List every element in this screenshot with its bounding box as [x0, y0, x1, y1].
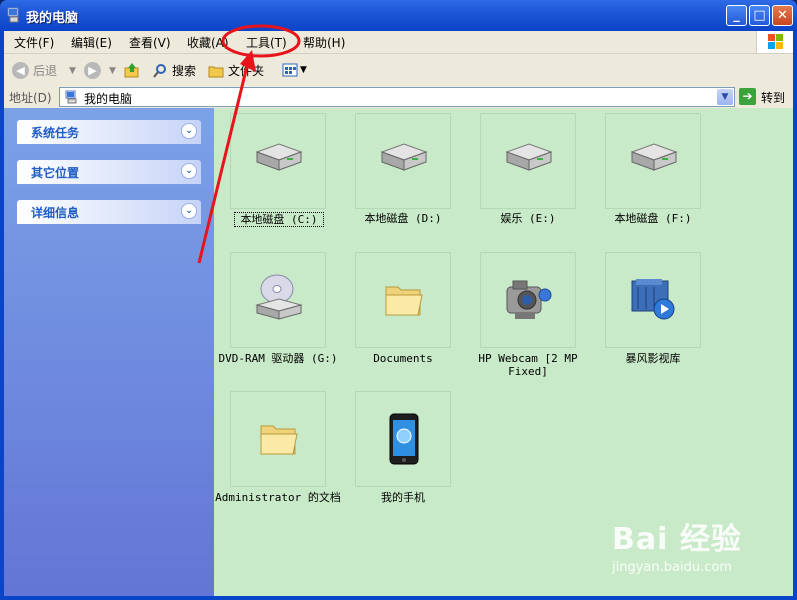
menu-tools[interactable]: 工具(T) [246, 34, 287, 51]
views-grid-icon [282, 63, 298, 77]
frame-bottom [0, 596, 797, 600]
menu-bar: 文件(F) 编辑(E) 查看(V) 收藏(A) 工具(T) 帮助(H) [4, 31, 793, 54]
minimize-button[interactable]: _ [726, 5, 747, 26]
item-label-drive-e[interactable]: 娱乐 (E:) [458, 212, 598, 225]
maximize-button[interactable]: □ [749, 5, 770, 26]
item-label-drive-f[interactable]: 本地磁盘 (F:) [583, 212, 723, 225]
forward-dropdown-icon[interactable]: ▼ [109, 66, 116, 76]
address-bar: 地址(D) 我的电脑 ▼ ➔ 转到 [4, 86, 793, 108]
folder-icon [260, 425, 298, 455]
chevron-down-icon[interactable]: ⌄ [181, 163, 197, 179]
address-value: 我的电脑 [84, 92, 133, 106]
folder-icon [208, 66, 224, 77]
folders-button[interactable]: 文件夹 [208, 62, 264, 79]
item-webcam[interactable] [480, 252, 576, 348]
windows-flag-icon [768, 34, 783, 49]
address-label: 地址(D) [9, 91, 52, 105]
panel-details[interactable]: 详细信息 ⌄ [17, 200, 201, 224]
item-label-dvd-drive[interactable]: DVD-RAM 驱动器 (G:) [208, 352, 348, 365]
panel-other-places[interactable]: 其它位置 ⌄ [17, 160, 201, 184]
webcam-icon [506, 280, 552, 319]
hard-drive-icon [505, 143, 553, 171]
go-arrow-icon[interactable]: ➔ [739, 88, 756, 105]
back-label: 后退 [33, 64, 58, 78]
close-icon: ✕ [777, 8, 788, 23]
item-documents[interactable] [355, 252, 451, 348]
menu-edit[interactable]: 编辑(E) [71, 34, 112, 51]
menu-favorites[interactable]: 收藏(A) [187, 34, 229, 51]
item-media-library[interactable] [605, 252, 701, 348]
search-button[interactable]: 搜索 [152, 62, 196, 79]
menu-help[interactable]: 帮助(H) [303, 34, 345, 51]
window-title: 我的电脑 [26, 11, 79, 26]
item-dvd-drive[interactable] [230, 252, 326, 348]
item-my-phone[interactable] [355, 391, 451, 487]
windows-logo [756, 31, 793, 53]
hard-drive-icon [630, 143, 678, 171]
back-dropdown-icon[interactable]: ▼ [69, 66, 76, 76]
watermark-url: jingyan.baidu.com [612, 560, 732, 575]
panel-title: 系统任务 [31, 126, 80, 140]
dvd-drive-icon [255, 274, 303, 320]
panel-title: 详细信息 [31, 206, 80, 220]
my-computer-small-icon [65, 90, 77, 104]
watermark-main: Bai 经验 [612, 522, 742, 557]
menu-file[interactable]: 文件(F) [14, 34, 54, 51]
search-label: 搜索 [172, 64, 197, 78]
item-label-drive-c[interactable]: 本地磁盘 (C:) [234, 212, 324, 227]
item-label-media-library[interactable]: 暴风影视库 [583, 352, 723, 365]
back-button[interactable]: ◀ 后退 ▼ [12, 62, 76, 79]
chevron-down-icon[interactable]: ⌄ [181, 123, 197, 139]
item-drive-e[interactable] [480, 113, 576, 209]
views-button[interactable]: ▼ [282, 62, 307, 78]
views-dropdown-icon: ▼ [300, 65, 307, 75]
item-drive-c[interactable] [230, 113, 326, 209]
hard-drive-icon [380, 143, 428, 171]
folder-icon [385, 286, 423, 316]
task-pane: 系统任务 ⌄ 其它位置 ⌄ 详细信息 ⌄ [4, 108, 214, 596]
maximize-icon: □ [753, 8, 766, 23]
hard-drive-icon [255, 143, 303, 171]
folder-up-icon [124, 63, 139, 78]
panel-title: 其它位置 [31, 166, 80, 180]
file-view: 本地磁盘 (C:) 本地磁盘 (D:) 娱乐 (E:) 本地磁盘 (F:) DV… [214, 108, 793, 596]
close-button[interactable]: ✕ [772, 5, 793, 26]
item-label-drive-d[interactable]: 本地磁盘 (D:) [333, 212, 473, 225]
item-label-webcam[interactable]: HP Webcam [2 MP Fixed] [458, 352, 598, 378]
explorer-window: 我的电脑 _ □ ✕ 文件(F) 编辑(E) 查看(V) 收藏(A) 工具(T)… [0, 0, 797, 600]
item-label-documents[interactable]: Documents [333, 352, 473, 365]
minimize-icon: _ [733, 8, 740, 23]
item-admin-documents[interactable] [230, 391, 326, 487]
title-bar[interactable]: 我的电脑 _ □ ✕ [0, 0, 797, 31]
item-label-admin-documents[interactable]: Administrator 的文档 [208, 491, 348, 504]
menu-view[interactable]: 查看(V) [129, 34, 171, 51]
item-label-my-phone[interactable]: 我的手机 [333, 491, 473, 504]
baidu-watermark: Bai 经验 jingyan.baidu.com [612, 514, 742, 575]
up-button[interactable] [124, 62, 140, 78]
frame-right [793, 31, 797, 600]
chevron-down-icon[interactable]: ⌄ [181, 203, 197, 219]
toolbar: ◀ 后退 ▼ ▶ ▼ 搜索 文件夹 ▼ [4, 54, 793, 87]
back-arrow-icon: ◀ [12, 62, 29, 79]
forward-arrow-icon: ▶ [84, 62, 101, 79]
address-dropdown-icon[interactable]: ▼ [717, 89, 733, 105]
item-drive-d[interactable] [355, 113, 451, 209]
address-input[interactable]: 我的电脑 ▼ [59, 87, 735, 107]
forward-button[interactable]: ▶ ▼ [84, 62, 116, 79]
item-drive-f[interactable] [605, 113, 701, 209]
go-button[interactable]: 转到 [761, 89, 785, 106]
panel-system-tasks[interactable]: 系统任务 ⌄ [17, 120, 201, 144]
search-icon [153, 63, 166, 78]
my-computer-icon [7, 7, 19, 23]
phone-icon [389, 413, 419, 465]
media-library-icon [631, 279, 675, 320]
folders-label: 文件夹 [228, 64, 265, 78]
